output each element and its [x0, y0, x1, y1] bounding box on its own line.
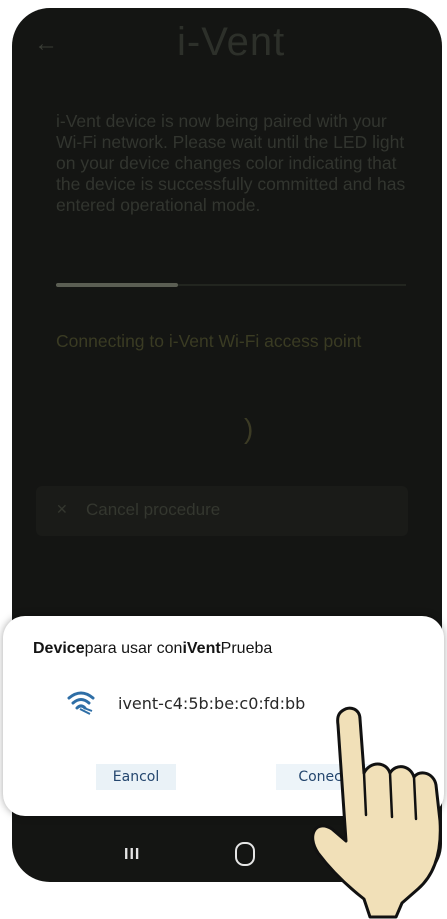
- loading-spinner-icon: ): [244, 413, 254, 444]
- app-bar: ← i-Vent: [12, 8, 442, 86]
- nav-recent-apps-button[interactable]: III: [124, 846, 140, 864]
- cancel-procedure-button[interactable]: ✕ Cancel procedure: [36, 486, 408, 536]
- app-logo: i-Vent: [177, 20, 285, 65]
- logo-text: i-Vent: [177, 20, 286, 64]
- dialog-title: Devicepara usar coniVentPrueba: [33, 640, 272, 658]
- dialog-title-device: Device: [33, 640, 85, 657]
- dialog-title-end: Prueba: [220, 640, 273, 657]
- dialog-cancel-button[interactable]: Eancol: [96, 764, 176, 790]
- dialog-title-middle: para usar con: [84, 640, 183, 657]
- progress-fill: [56, 283, 178, 287]
- pairing-description: i-Vent device is now being paired with y…: [56, 111, 406, 215]
- dialog-title-brand: iVent: [182, 640, 221, 657]
- wifi-network-name[interactable]: ivent-c4:5b:be:c0:fd:bb: [118, 694, 305, 713]
- close-icon: ✕: [56, 501, 68, 517]
- cancel-procedure-label: Cancel procedure: [86, 500, 221, 519]
- pointing-hand-icon: [311, 706, 442, 919]
- wifi-icon: [67, 691, 95, 715]
- connection-status: Connecting to i-Vent Wi-Fi access point: [56, 331, 362, 351]
- nav-home-button[interactable]: [235, 842, 255, 866]
- back-arrow-icon[interactable]: ←: [34, 30, 58, 58]
